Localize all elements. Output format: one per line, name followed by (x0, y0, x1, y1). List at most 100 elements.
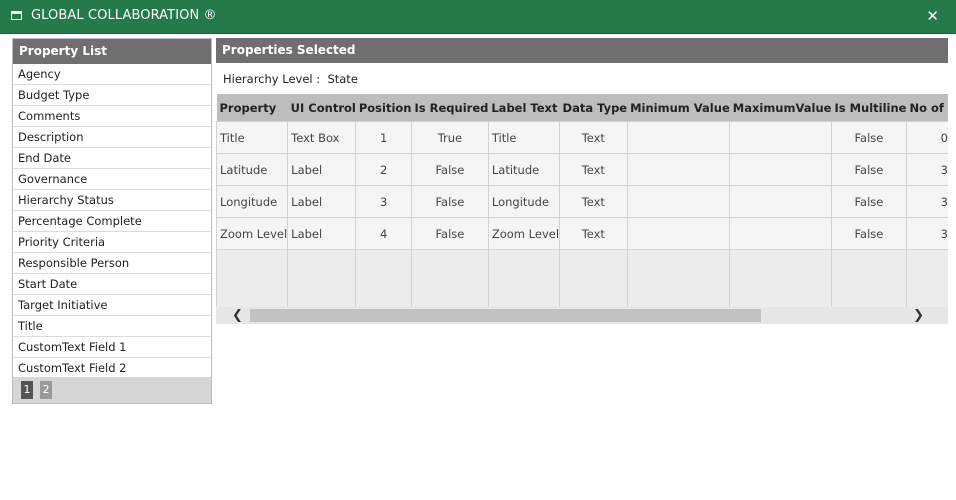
table-cell: 0 (905, 121, 948, 154)
properties-selected-header: Properties Selected (216, 38, 948, 63)
empty-cell (287, 249, 357, 307)
horizontal-scrollbar[interactable]: ❮ ❯ (216, 307, 948, 324)
table-cell: Label (287, 185, 357, 218)
table-cell: Latitude (216, 153, 289, 186)
hierarchy-level-label: Hierarchy Level : (223, 72, 321, 86)
table-cell: 3 (905, 153, 948, 186)
property-list-item[interactable]: Comments (13, 106, 211, 127)
column-header[interactable]: Position (355, 94, 412, 122)
table-cell: Zoom Level (487, 217, 561, 250)
window-title: GLOBAL COLLABORATION ® (31, 8, 217, 23)
table-cell: 2 (355, 153, 412, 186)
property-list-item[interactable]: Title (13, 316, 211, 337)
table-cell: Text (559, 217, 628, 250)
table-cell (729, 217, 832, 250)
empty-cell (905, 249, 948, 307)
empty-cell (411, 249, 489, 307)
table-cell: Label (287, 153, 357, 186)
table-cell: False (411, 185, 489, 218)
property-list-item[interactable]: Target Initiative (13, 295, 211, 316)
hierarchy-level-value: State (327, 72, 358, 86)
property-list-item[interactable]: CustomText Field 1 (13, 337, 211, 358)
table-cell (626, 153, 731, 186)
column-header[interactable]: Is Multiline (831, 94, 907, 122)
pager: 1 2 (13, 377, 211, 403)
empty-cell (830, 249, 907, 307)
table-cell: False (830, 217, 907, 250)
property-list: Agency Budget Type Comments Description End … (13, 64, 211, 379)
table-cell (626, 185, 731, 218)
table-cell: False (830, 185, 907, 218)
table-cell (729, 185, 832, 218)
table-header-row: Property UI Control Position Is Required Lab… (216, 94, 948, 122)
table-cell: Title (487, 121, 561, 154)
column-header[interactable]: Label Text (488, 94, 560, 122)
table-cell: Text (559, 185, 628, 218)
property-list-item[interactable]: Budget Type (13, 85, 211, 106)
table-row[interactable]: Latitude Label 2 False Latitude Text False 3 (216, 153, 948, 186)
table-cell: Longitude (216, 185, 289, 218)
empty-cell (216, 249, 289, 307)
table-row[interactable]: Longitude Label 3 False Longitude Text False 3 (216, 185, 948, 218)
table-row[interactable]: Zoom Level Label 4 False Zoom Level Text False… (216, 217, 948, 250)
table-cell (626, 217, 731, 250)
scroll-right-icon[interactable]: ❯ (913, 307, 924, 324)
page-2-button[interactable]: 2 (40, 381, 52, 399)
property-list-item[interactable]: Responsible Person (13, 253, 211, 274)
table-cell (626, 121, 731, 154)
empty-row (216, 249, 948, 307)
column-header[interactable]: Minimum Value (627, 94, 730, 122)
table-cell: False (830, 121, 907, 154)
page-1-button[interactable]: 1 (21, 381, 33, 399)
table-cell: Zoom Level (216, 217, 289, 250)
property-list-item[interactable]: Start Date (13, 274, 211, 295)
property-list-item[interactable]: Priority Criteria (13, 232, 211, 253)
table-cell: True (411, 121, 489, 154)
scroll-left-icon[interactable]: ❮ (232, 307, 243, 324)
column-header[interactable]: Data Type (559, 94, 628, 122)
table-cell (729, 153, 832, 186)
hierarchy-level: Hierarchy Level : State (223, 72, 358, 86)
properties-grid: Property UI Control Position Is Required Lab… (216, 94, 948, 307)
empty-cell (355, 249, 412, 307)
column-header[interactable]: UI Control (287, 94, 356, 122)
table-cell: 4 (355, 217, 412, 250)
empty-cell (729, 249, 832, 307)
column-header[interactable]: Is Required (411, 94, 489, 122)
column-header[interactable]: MaximumValue (729, 94, 832, 122)
property-list-item[interactable]: Hierarchy Status (13, 190, 211, 211)
table-cell: Text Box (287, 121, 357, 154)
window-icon (11, 11, 22, 20)
column-header[interactable]: No of Rows (906, 94, 948, 122)
property-list-item[interactable]: Governance (13, 169, 211, 190)
property-list-item[interactable]: Percentage Complete (13, 211, 211, 232)
close-icon[interactable]: ✕ (926, 7, 939, 25)
table-cell: 1 (355, 121, 412, 154)
table-cell (729, 121, 832, 154)
empty-cell (487, 249, 561, 307)
table-cell: 3 (905, 217, 948, 250)
table-cell: Label (287, 217, 357, 250)
table-cell: Longitude (487, 185, 561, 218)
column-header[interactable]: Property (216, 94, 288, 122)
property-list-header: Property List (13, 39, 211, 64)
table-cell: Text (559, 121, 628, 154)
scrollbar-thumb[interactable] (250, 309, 761, 322)
empty-cell (626, 249, 731, 307)
table-cell: False (411, 153, 489, 186)
table-cell: False (830, 153, 907, 186)
table-cell: Latitude (487, 153, 561, 186)
table-cell: Title (216, 121, 289, 154)
property-list-panel: Property List Agency Budget Type Comments D… (12, 38, 212, 404)
table-cell: 3 (905, 185, 948, 218)
table-cell: False (411, 217, 489, 250)
table-cell: 3 (355, 185, 412, 218)
property-list-item[interactable]: CustomText Field 2 (13, 358, 211, 379)
title-bar: GLOBAL COLLABORATION ® ✕ (0, 0, 956, 34)
properties-table: Property UI Control Position Is Required Lab… (216, 94, 948, 307)
empty-cell (559, 249, 628, 307)
property-list-item[interactable]: Description (13, 127, 211, 148)
property-list-item[interactable]: End Date (13, 148, 211, 169)
property-list-item[interactable]: Agency (13, 64, 211, 85)
table-row[interactable]: Title Text Box 1 True Title Text False 0 (216, 121, 948, 154)
